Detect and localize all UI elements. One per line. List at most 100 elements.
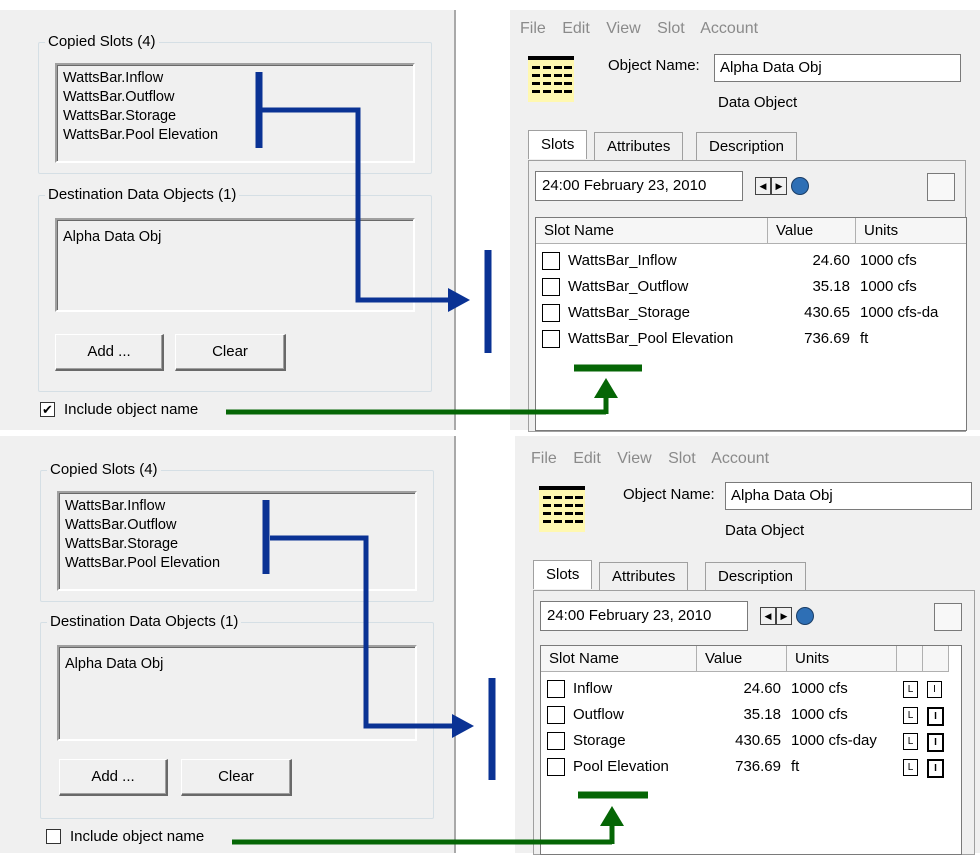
list-item[interactable]: WattsBar.Pool Elevation xyxy=(57,126,413,145)
menu-file[interactable]: File xyxy=(531,450,557,467)
series-slot-icon xyxy=(542,278,560,296)
clear-button[interactable]: Clear xyxy=(181,759,292,796)
data-object-icon xyxy=(528,56,574,102)
timestep-field[interactable]: 24:00 February 23, 2010 xyxy=(540,601,748,631)
table-row[interactable]: Outflow 35.18 1000 cfs L I xyxy=(541,702,961,728)
add-button[interactable]: Add ... xyxy=(55,334,164,371)
menu-account[interactable]: Account xyxy=(711,450,769,467)
slots-tab-page: 24:00 February 23, 2010 ◀ ▶ Slot Name Va… xyxy=(528,160,967,432)
menu-view[interactable]: View xyxy=(606,20,640,37)
globe-icon[interactable] xyxy=(796,607,814,625)
list-item[interactable]: WattsBar.Outflow xyxy=(59,516,415,535)
series-slot-icon xyxy=(542,304,560,322)
flag-i-icon[interactable]: I xyxy=(927,759,944,778)
plot-icon[interactable] xyxy=(927,173,955,201)
flag-l-icon[interactable]: L xyxy=(903,707,918,724)
destination-title: Destination Data Objects (1) xyxy=(47,613,242,630)
list-item[interactable]: Alpha Data Obj xyxy=(59,655,415,674)
list-item[interactable]: WattsBar.Inflow xyxy=(59,497,415,516)
list-item[interactable]: WattsBar.Storage xyxy=(57,107,413,126)
series-slot-icon xyxy=(547,680,565,698)
tab-slots[interactable]: Slots xyxy=(528,130,588,159)
table-row[interactable]: Pool Elevation 736.69 ft L I xyxy=(541,754,961,780)
series-slot-icon xyxy=(547,732,565,750)
column-header-slot-name[interactable]: Slot Name xyxy=(541,646,697,672)
menu-slot[interactable]: Slot xyxy=(668,450,696,467)
column-header-slot-name[interactable]: Slot Name xyxy=(536,218,768,244)
series-slot-icon xyxy=(547,706,565,724)
slot-name: Inflow xyxy=(573,680,613,697)
next-step-button[interactable]: ▶ xyxy=(771,177,787,195)
object-type-label: Data Object xyxy=(718,94,798,111)
column-header-units[interactable]: Units xyxy=(787,646,897,672)
tab-description[interactable]: Description xyxy=(705,562,807,591)
column-header-flag-l[interactable] xyxy=(897,646,923,672)
globe-icon[interactable] xyxy=(791,177,809,195)
add-button[interactable]: Add ... xyxy=(59,759,168,796)
slots-table: Slot Name Value Units Inflow 24.60 1000 … xyxy=(540,645,962,855)
column-header-value[interactable]: Value xyxy=(768,218,856,244)
tab-attributes[interactable]: Attributes xyxy=(599,562,689,591)
destination-list[interactable]: Alpha Data Obj xyxy=(57,645,417,741)
flag-l-icon[interactable]: L xyxy=(903,759,918,776)
table-row[interactable]: WattsBar_Pool Elevation 736.69 ft xyxy=(536,326,966,352)
slot-value: 430.65 xyxy=(735,732,781,749)
flag-l-icon[interactable]: L xyxy=(903,681,918,698)
timestep-field[interactable]: 24:00 February 23, 2010 xyxy=(535,171,743,201)
list-item[interactable]: WattsBar.Inflow xyxy=(57,69,413,88)
previous-step-button[interactable]: ◀ xyxy=(755,177,771,195)
previous-step-button[interactable]: ◀ xyxy=(760,607,776,625)
menu-view[interactable]: View xyxy=(617,450,651,467)
include-object-name-checkbox[interactable] xyxy=(46,829,61,844)
slot-units: 1000 cfs xyxy=(791,706,848,723)
flag-i-icon[interactable]: I xyxy=(927,707,944,726)
copied-slots-list[interactable]: WattsBar.Inflow WattsBar.Outflow WattsBa… xyxy=(55,63,415,163)
menu-edit[interactable]: Edit xyxy=(562,20,590,37)
slot-name: Outflow xyxy=(573,706,624,723)
table-row[interactable]: WattsBar_Outflow 35.18 1000 cfs xyxy=(536,274,966,300)
column-header-units[interactable]: Units xyxy=(856,218,966,244)
table-row[interactable]: WattsBar_Inflow 24.60 1000 cfs xyxy=(536,248,966,274)
plot-icon[interactable] xyxy=(934,603,962,631)
destination-list[interactable]: Alpha Data Obj xyxy=(55,218,415,312)
column-header-flag-i[interactable] xyxy=(923,646,949,672)
slot-units: 1000 cfs xyxy=(860,252,917,269)
clear-button[interactable]: Clear xyxy=(175,334,286,371)
list-item[interactable]: WattsBar.Storage xyxy=(59,535,415,554)
copied-slots-title: Copied Slots (4) xyxy=(47,461,161,478)
include-object-name-checkbox[interactable]: ✔ xyxy=(40,402,55,417)
object-name-field[interactable]: Alpha Data Obj xyxy=(725,482,972,510)
copied-slots-group: Copied Slots (4) WattsBar.Inflow WattsBa… xyxy=(40,461,434,602)
slot-name: WattsBar_Pool Elevation xyxy=(568,330,734,347)
list-item[interactable]: WattsBar.Outflow xyxy=(57,88,413,107)
object-name-field[interactable]: Alpha Data Obj xyxy=(714,54,961,82)
flag-i-icon[interactable]: I xyxy=(927,733,944,752)
object-type-label: Data Object xyxy=(725,522,805,539)
tab-slots[interactable]: Slots xyxy=(533,560,593,589)
flag-i-icon[interactable]: I xyxy=(927,681,942,698)
tab-description[interactable]: Description xyxy=(696,132,798,161)
next-step-button[interactable]: ▶ xyxy=(776,607,792,625)
menu-bar: File Edit View Slot Account xyxy=(531,450,781,468)
tab-attributes[interactable]: Attributes xyxy=(594,132,684,161)
menu-edit[interactable]: Edit xyxy=(573,450,601,467)
list-item[interactable]: Alpha Data Obj xyxy=(57,228,413,247)
column-header-value[interactable]: Value xyxy=(697,646,787,672)
object-name-label: Object Name: xyxy=(608,57,700,74)
table-row[interactable]: Storage 430.65 1000 cfs-day L I xyxy=(541,728,961,754)
series-slot-icon xyxy=(542,252,560,270)
flag-l-icon[interactable]: L xyxy=(903,733,918,750)
slot-value: 35.18 xyxy=(812,278,850,295)
table-row[interactable]: Inflow 24.60 1000 cfs L I xyxy=(541,676,961,702)
menu-file[interactable]: File xyxy=(520,20,546,37)
copied-slots-list[interactable]: WattsBar.Inflow WattsBar.Outflow WattsBa… xyxy=(57,491,417,591)
menu-bar: File Edit View Slot Account xyxy=(520,20,770,38)
menu-slot[interactable]: Slot xyxy=(657,20,685,37)
slot-value: 736.69 xyxy=(735,758,781,775)
slot-units: 1000 cfs xyxy=(860,278,917,295)
menu-account[interactable]: Account xyxy=(700,20,758,37)
slot-units: 1000 cfs-day xyxy=(791,732,877,749)
copied-slots-group: Copied Slots (4) WattsBar.Inflow WattsBa… xyxy=(38,33,432,174)
table-row[interactable]: WattsBar_Storage 430.65 1000 cfs-da xyxy=(536,300,966,326)
list-item[interactable]: WattsBar.Pool Elevation xyxy=(59,554,415,573)
